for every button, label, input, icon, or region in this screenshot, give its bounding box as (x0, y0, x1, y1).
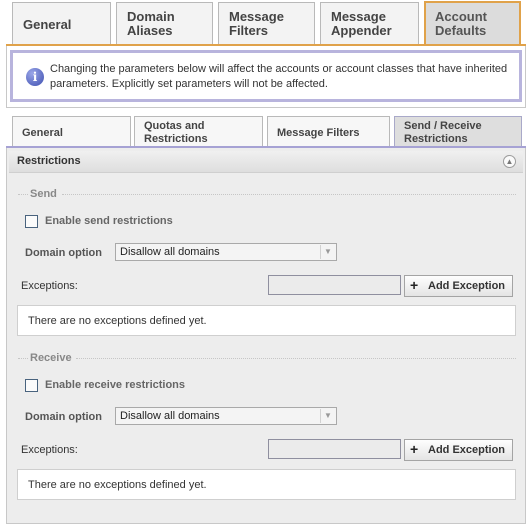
info-box: i Changing the parameters below will aff… (10, 50, 522, 102)
enable-receive-checkbox[interactable] (25, 379, 38, 392)
receive-legend: Receive (30, 352, 72, 364)
tab-label: Domain (127, 9, 175, 24)
tab-label: Account (435, 9, 487, 24)
tab-label: General (23, 17, 72, 32)
button-label: Add Exception (428, 444, 506, 456)
receive-exceptions-label: Exceptions: (21, 444, 78, 456)
send-exception-input[interactable] (268, 275, 401, 295)
receive-exception-input[interactable] (268, 439, 401, 459)
tab-label: Message (229, 9, 284, 24)
send-legend: Send (30, 188, 57, 200)
send-domain-option-select[interactable]: Disallow all domains ▼ (115, 243, 337, 261)
subtab-label: Restrictions (144, 133, 208, 145)
tab-label: Aliases (127, 23, 173, 38)
subtab-label: Message Filters (277, 127, 360, 139)
info-icon: i (26, 68, 44, 86)
restrictions-panel (6, 148, 526, 524)
divider (18, 358, 28, 359)
tab-label: Defaults (435, 23, 487, 38)
receive-domain-option-select[interactable]: Disallow all domains ▼ (115, 407, 337, 425)
select-value: Disallow all domains (120, 410, 220, 422)
subtab-label: Restrictions (404, 133, 468, 145)
divider (76, 358, 516, 359)
receive-domain-option-label: Domain option (25, 411, 102, 423)
subtab-quotas-restrictions[interactable]: Quotas and Restrictions (134, 116, 263, 148)
chevron-down-icon: ▼ (320, 409, 335, 423)
receive-exceptions-list: There are no exceptions defined yet. (17, 469, 516, 500)
tab-label: Appender (331, 23, 392, 38)
enable-send-label: Enable send restrictions (45, 215, 173, 227)
info-text: Changing the parameters below will affec… (50, 63, 508, 90)
subtab-send-receive-restrictions[interactable]: Send / Receive Restrictions (394, 116, 522, 148)
receive-add-exception-button[interactable]: + Add Exception (404, 439, 513, 461)
panel-header: Restrictions ▲ (9, 151, 523, 173)
subtab-label: Quotas and (144, 120, 205, 132)
tab-label: Message (331, 9, 386, 24)
divider (18, 194, 28, 195)
subtab-label: Send / Receive (404, 120, 482, 132)
send-domain-option-label: Domain option (25, 247, 102, 259)
enable-send-checkbox[interactable] (25, 215, 38, 228)
send-exceptions-label: Exceptions: (21, 280, 78, 292)
enable-receive-label: Enable receive restrictions (45, 379, 186, 391)
collapse-icon[interactable]: ▲ (503, 155, 516, 168)
top-tab-bar: General Domain Aliases Message Filters M… (0, 0, 532, 46)
tab-message-filters[interactable]: Message Filters (218, 2, 315, 44)
tab-label: Filters (229, 23, 269, 38)
divider (62, 194, 516, 195)
tab-domain-aliases[interactable]: Domain Aliases (116, 2, 213, 44)
panel-title: Restrictions (17, 155, 81, 167)
tab-general[interactable]: General (12, 2, 111, 44)
subtab-label: General (22, 127, 63, 139)
chevron-down-icon: ▼ (320, 245, 335, 259)
send-add-exception-button[interactable]: + Add Exception (404, 275, 513, 297)
button-label: Add Exception (428, 280, 506, 292)
tab-message-appender[interactable]: Message Appender (320, 2, 419, 44)
empty-message: There are no exceptions defined yet. (28, 479, 207, 491)
plus-icon: + (410, 441, 419, 457)
tab-account-defaults[interactable]: Account Defaults (424, 1, 521, 45)
send-exceptions-list: There are no exceptions defined yet. (17, 305, 516, 336)
plus-icon: + (410, 277, 419, 293)
subtab-message-filters[interactable]: Message Filters (267, 116, 390, 148)
empty-message: There are no exceptions defined yet. (28, 315, 207, 327)
subtab-general[interactable]: General (12, 116, 131, 148)
select-value: Disallow all domains (120, 246, 220, 258)
